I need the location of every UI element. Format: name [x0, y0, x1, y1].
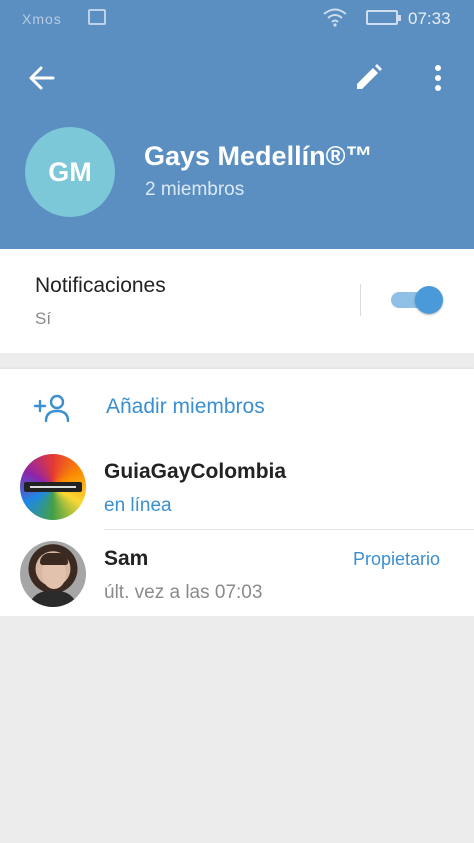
member-avatar	[20, 541, 86, 607]
avatar-shirt	[28, 591, 78, 607]
group-title: Gays Medellín®™	[144, 141, 373, 171]
add-person-icon	[33, 394, 70, 423]
group-avatar[interactable]: GM	[25, 127, 115, 217]
avatar-logo-band	[24, 482, 82, 492]
add-members-label: Añadir miembros	[106, 395, 265, 418]
member-row[interactable]: Sam últ. vez a las 07:03 Propietario	[0, 532, 474, 612]
notifications-label: Notificaciones	[35, 274, 166, 297]
group-header: Xmos 07:33 GM Gays Medellín®™ 2 miembros	[0, 0, 474, 249]
member-name: GuiaGayColombia	[104, 460, 287, 483]
pencil-icon[interactable]	[350, 60, 386, 96]
notifications-value: Sí	[35, 309, 52, 328]
members-section: Añadir miembros GuiaGayColombia en línea…	[0, 369, 474, 616]
status-bar: Xmos 07:33	[0, 0, 474, 38]
group-avatar-initials: GM	[48, 156, 92, 187]
status-time: 07:33	[408, 9, 451, 28]
divider	[360, 284, 361, 316]
toggle-knob	[415, 286, 443, 314]
member-status: en línea	[104, 495, 172, 516]
more-vert-icon[interactable]	[426, 60, 450, 96]
avatar-hair	[40, 553, 68, 565]
divider	[104, 529, 474, 530]
member-row[interactable]: GuiaGayColombia en línea	[0, 445, 474, 525]
notifications-row[interactable]: Notificaciones Sí	[0, 249, 474, 353]
add-members-button[interactable]: Añadir miembros	[0, 369, 474, 445]
member-avatar	[20, 454, 86, 520]
wifi-icon	[323, 8, 347, 27]
image-notification-icon	[88, 9, 106, 25]
notifications-toggle[interactable]	[391, 286, 443, 314]
battery-icon	[366, 10, 401, 25]
back-arrow-icon[interactable]	[24, 60, 60, 96]
carrier-label: Xmos	[22, 11, 62, 27]
member-role-badge: Propietario	[352, 549, 440, 569]
group-member-count: 2 miembros	[145, 179, 245, 200]
member-name: Sam	[104, 547, 149, 570]
member-status: últ. vez a las 07:03	[104, 582, 263, 603]
